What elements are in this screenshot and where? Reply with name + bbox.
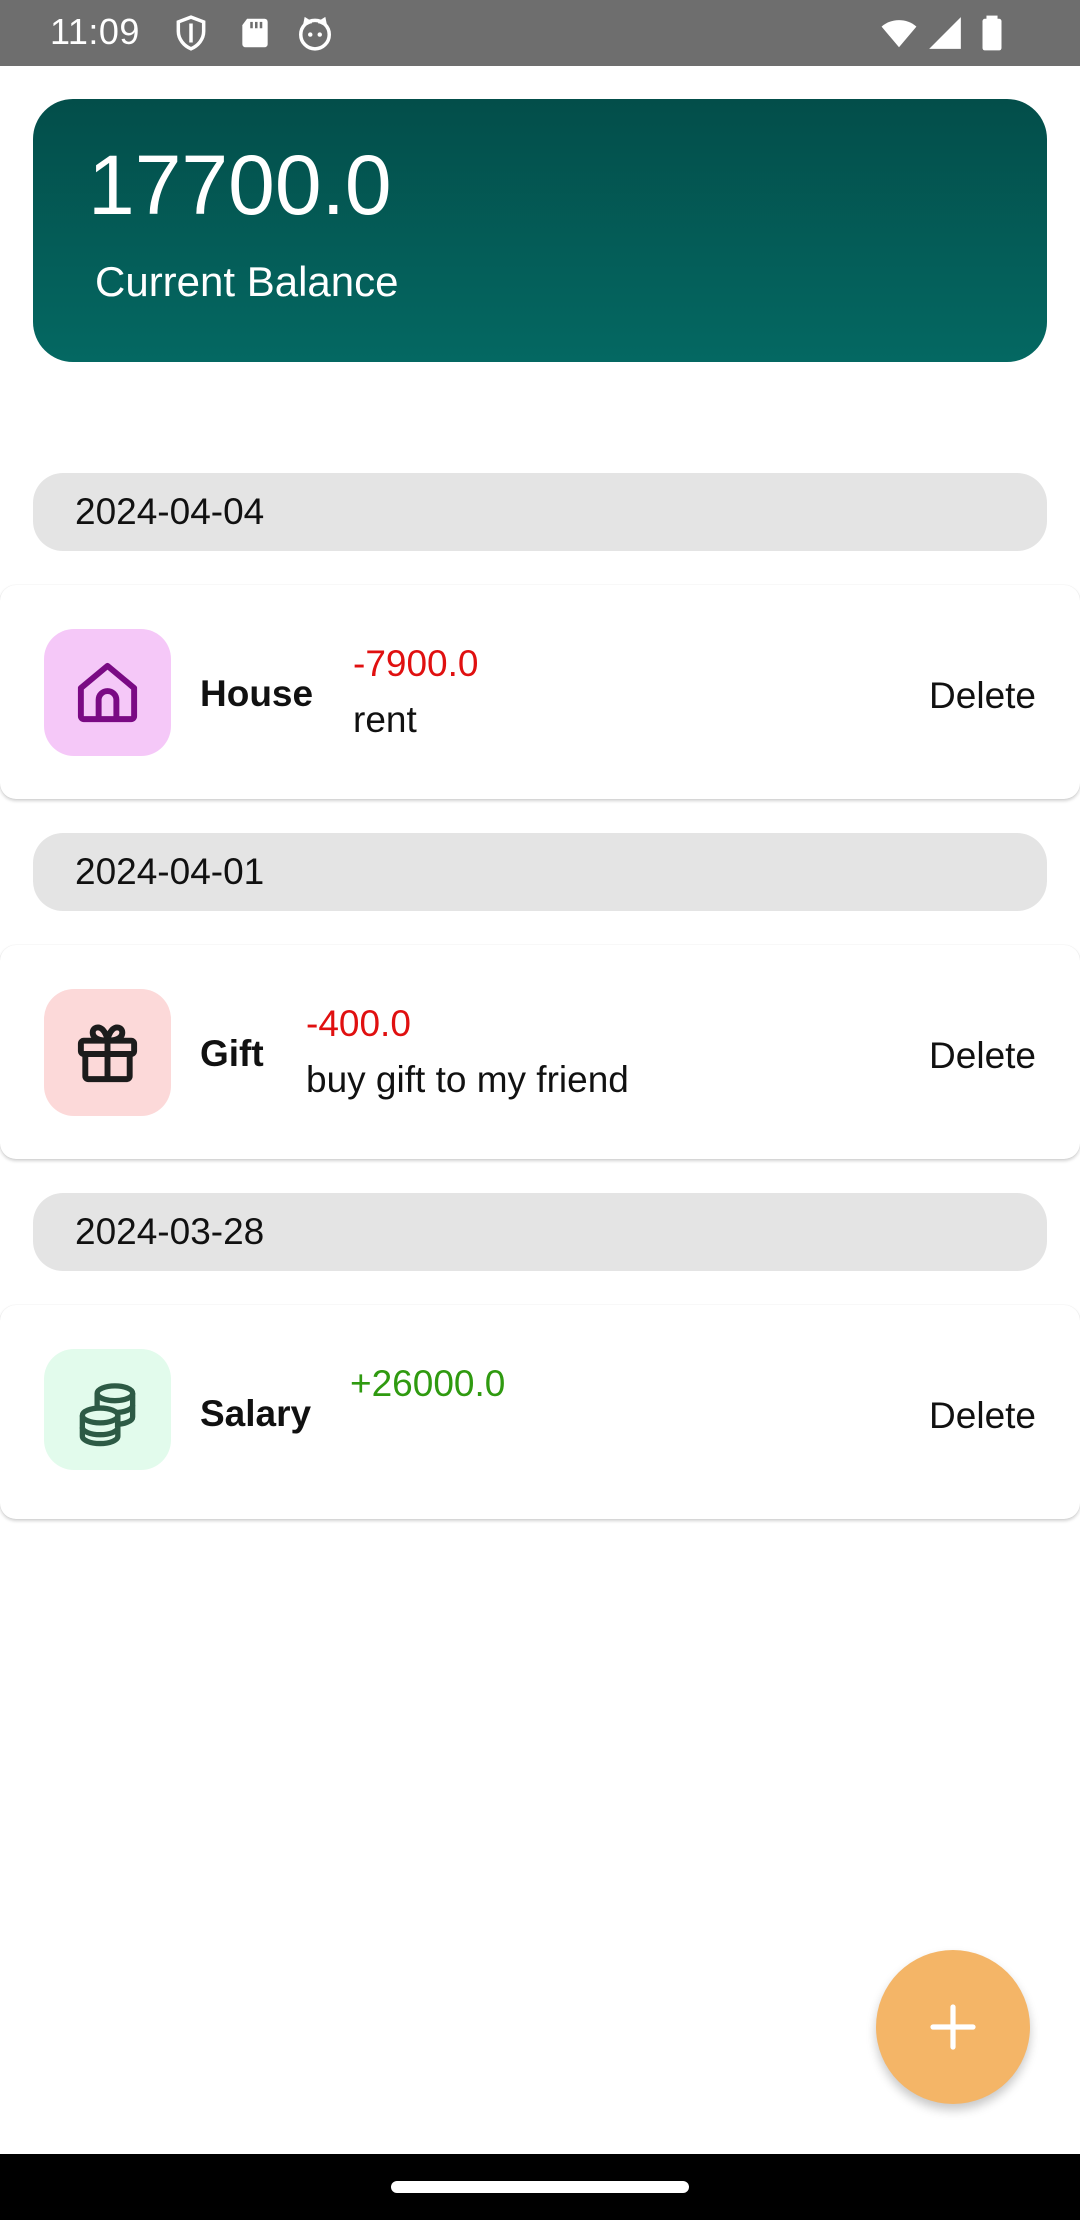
- date-header: 2024-03-28: [33, 1193, 1047, 1271]
- transaction-note: buy gift to my friend: [306, 1059, 629, 1100]
- transaction-amount: -400.0: [306, 1003, 411, 1044]
- shield-icon: [172, 14, 210, 52]
- date-header: 2024-04-01: [33, 833, 1047, 911]
- coins-icon: [79, 1383, 136, 1447]
- category-icon-badge: [44, 989, 171, 1116]
- transaction-card[interactable]: Salary +26000.0 Delete: [0, 1305, 1080, 1519]
- add-transaction-button[interactable]: [876, 1950, 1030, 2104]
- transaction-card[interactable]: House -7900.0 rent Delete: [0, 585, 1080, 799]
- balance-label: Current Balance: [95, 258, 399, 305]
- category-icon-badge: [44, 1349, 171, 1470]
- house-icon: [77, 662, 138, 723]
- gift-icon: [77, 1024, 138, 1083]
- transaction-amount: +26000.0: [350, 1363, 506, 1404]
- balance-amount: 17700.0: [88, 138, 392, 232]
- navigation-bar: [0, 2154, 1080, 2220]
- delete-button[interactable]: Delete: [929, 1035, 1036, 1077]
- category-name: House: [200, 673, 314, 714]
- date-label: 2024-03-28: [75, 1211, 265, 1252]
- status-time: 11:09: [50, 11, 140, 52]
- delete-button[interactable]: Delete: [929, 1395, 1036, 1437]
- cell-signal-icon: [926, 14, 964, 52]
- date-label: 2024-04-04: [75, 491, 265, 532]
- date-header: 2024-04-04: [33, 473, 1047, 551]
- transaction-note: rent: [353, 699, 417, 740]
- date-label: 2024-04-01: [75, 851, 265, 892]
- expense-tracker-screen: 11:09 17700.0 Current Balance 2024-04-04: [0, 0, 1080, 2220]
- sd-card-icon: [236, 14, 274, 52]
- transaction-amount: -7900.0: [353, 643, 479, 684]
- wifi-icon: [880, 14, 918, 52]
- delete-button[interactable]: Delete: [929, 675, 1036, 717]
- balance-card: 17700.0 Current Balance: [33, 99, 1047, 362]
- category-icon-badge: [44, 629, 171, 756]
- category-name: Salary: [200, 1393, 312, 1434]
- status-bar: 11:09: [0, 0, 1080, 66]
- transaction-card[interactable]: Gift -400.0 buy gift to my friend Delete: [0, 945, 1080, 1159]
- plus-icon: [930, 2004, 976, 2050]
- home-gesture-handle[interactable]: [391, 2181, 689, 2193]
- category-name: Gift: [200, 1033, 264, 1074]
- cat-face-icon: [296, 14, 334, 52]
- battery-icon: [973, 14, 1011, 52]
